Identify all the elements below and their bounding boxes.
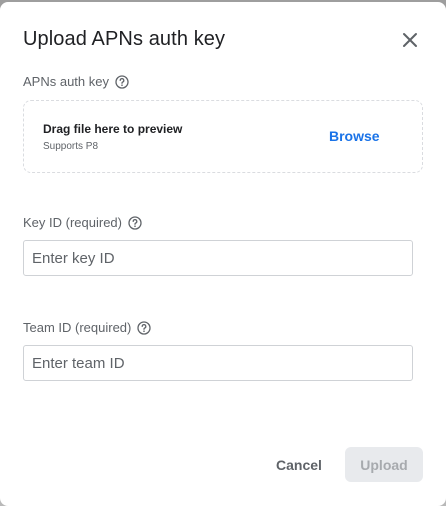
upload-button[interactable]: Upload [345, 447, 423, 482]
dropzone-title: Drag file here to preview [43, 122, 183, 136]
auth-key-label-row: APNs auth key [23, 74, 129, 89]
team-id-label: Team ID (required) [23, 320, 132, 335]
close-button[interactable] [396, 26, 424, 54]
help-circle-icon[interactable] [137, 320, 152, 335]
auth-key-label: APNs auth key [23, 74, 109, 89]
help-circle-icon[interactable] [115, 74, 129, 89]
help-circle-icon[interactable] [128, 215, 142, 230]
team-id-label-row: Team ID (required) [23, 320, 152, 335]
file-dropzone[interactable]: Drag file here to preview Supports P8 Br… [23, 100, 423, 173]
cancel-button[interactable]: Cancel [270, 448, 328, 482]
key-id-label: Key ID (required) [23, 215, 122, 230]
close-icon [403, 33, 417, 47]
upload-apns-dialog: Upload APNs auth key APNs auth key Drag … [0, 2, 446, 506]
team-id-input[interactable] [23, 345, 413, 381]
key-id-label-row: Key ID (required) [23, 215, 142, 230]
browse-button[interactable]: Browse [329, 128, 380, 144]
key-id-input[interactable] [23, 240, 413, 276]
dialog-title: Upload APNs auth key [23, 28, 226, 50]
dropzone-subtitle: Supports P8 [43, 141, 99, 152]
